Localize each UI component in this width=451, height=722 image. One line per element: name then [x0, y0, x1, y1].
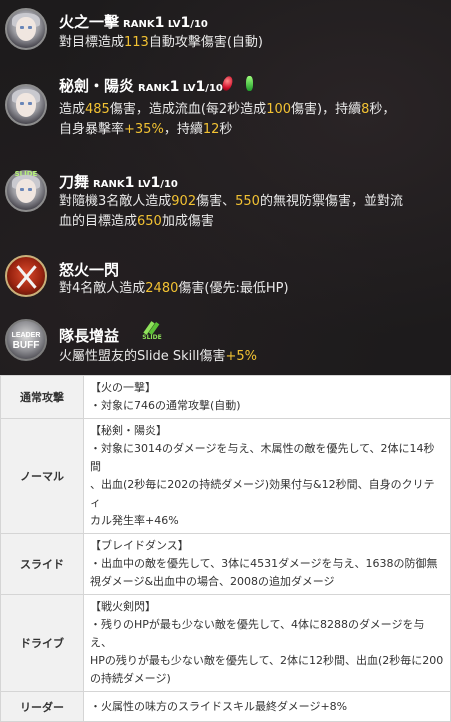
skill-panel: 火之一擊 RANK1 LV1/10 對目標造成113自動攻擊傷害(自動) 秘劍・陽… — [0, 0, 451, 375]
skill-row: 秘劍・陽炎 RANK1 LV1/10 造成485傷害，造成流血(每2秒造成100傷… — [0, 64, 451, 146]
skill-row: SLIDE 刀舞 RANK1 LV1/10 對隨機3名敵人造成902傷害、550的… — [0, 162, 451, 242]
skill-rank: RANK1 LV1/10 — [93, 175, 178, 191]
skill-title: 秘劍・陽炎 RANK1 LV1/10 — [59, 75, 223, 96]
skill-row: LEADER BUFF 隊長增益 SLIDE 火屬性盟友的Slide Skill… — [0, 315, 451, 375]
character-portrait-icon: SLIDE — [5, 170, 47, 212]
skill-row: 火之一擊 RANK1 LV1/10 對目標造成113自動攻擊傷害(自動) — [0, 0, 451, 62]
description-text: 火屬性盟友的Slide Skill傷害 — [59, 349, 226, 364]
highlight-value: 100 — [266, 102, 292, 117]
table-row: 通常攻撃 【火の一撃】 ・対象に746の通常攻撃(自動) — [0, 375, 451, 419]
skill-title: 隊長增益 — [59, 325, 119, 346]
highlight-value: 12 — [202, 122, 220, 137]
row-label: リーダー — [0, 691, 84, 722]
skill-rank: RANK1 LV1/10 — [138, 79, 223, 95]
row-content: ・火属性の味方のスライドスキル最終ダメージ+8% — [83, 691, 451, 722]
skill-description: 對隨機3名敵人造成902傷害、550的無視防禦傷害，並對流 血的目標造成650加成… — [59, 192, 403, 232]
leader-buff-icon: LEADER BUFF — [5, 319, 47, 361]
skill-description: 火屬性盟友的Slide Skill傷害+5% — [59, 347, 257, 367]
row-content: 【戦火剣閃】 ・残りのHPが最も少ない敵を優先して、4体に8288のダメージを与… — [83, 594, 451, 692]
skill-name: 火之一擊 — [59, 13, 120, 31]
description-text: 血的目標造成 — [59, 214, 138, 229]
skill-name: 隊長增益 — [59, 327, 120, 345]
highlight-value: 550 — [235, 194, 260, 209]
skill-description-line: 對4名敵人造成2480傷害(優先:最低HP) — [59, 279, 289, 299]
description-text: 對目標造成 — [59, 35, 125, 50]
skill-description: 對4名敵人造成2480傷害(優先:最低HP) — [59, 279, 289, 299]
description-text: 傷害)，持續 — [291, 102, 362, 117]
skill-description-line: 自身暴擊率+35%，持續12秒 — [59, 120, 395, 140]
table-row: スライド 【ブレイドダンス】 ・出血中の敵を優先して、3体に4531ダメージを与… — [0, 533, 451, 595]
table-row: リーダー ・火属性の味方のスライドスキル最終ダメージ+8% — [0, 691, 451, 722]
row-content: 【ブレイドダンス】 ・出血中の敵を優先して、3体に4531ダメージを与え、163… — [83, 533, 451, 595]
table-row: ドライブ 【戦火剣閃】 ・残りのHPが最も少ない敵を優先して、4体に8288のダ… — [0, 594, 451, 692]
skill-title: 怒火一閃 — [59, 259, 119, 280]
description-text: 對4名敵人造成 — [59, 281, 146, 296]
skill-description: 對目標造成113自動攻擊傷害(自動) — [59, 33, 263, 53]
row-content: 【火の一撃】 ・対象に746の通常攻撃(自動) — [83, 375, 451, 419]
highlight-value: 113 — [124, 35, 149, 50]
skill-name: 刀舞 — [59, 173, 90, 191]
skill-description-line: 造成485傷害，造成流血(每2秒造成100傷害)，持續8秒， — [59, 100, 395, 120]
skill-rank: RANK1 LV1/10 — [123, 15, 208, 31]
description-text: 傷害，造成流血(每2秒造成 — [109, 102, 267, 117]
highlight-value: 2480 — [145, 281, 179, 296]
slide-badge-icon: SLIDE — [141, 321, 163, 343]
description-text: 自動攻擊傷害(自動) — [148, 35, 263, 50]
description-text: 造成 — [59, 102, 86, 117]
crossed-swords-icon — [5, 255, 47, 297]
character-portrait-icon — [5, 8, 47, 50]
row-label: ドライブ — [0, 594, 84, 692]
row-label: スライド — [0, 533, 84, 595]
table-row: ノーマル 【秘剣・陽炎】 ・対象に3014のダメージを与え、木属性の敵を優先して… — [0, 418, 451, 534]
character-portrait-icon — [5, 84, 47, 126]
description-text: 傷害、 — [196, 194, 236, 209]
skill-description-line: 對隨機3名敵人造成902傷害、550的無視防禦傷害，並對流 — [59, 192, 403, 212]
row-content: 【秘剣・陽炎】 ・対象に3014のダメージを与え、木属性の敵を優先して、2体に1… — [83, 418, 451, 534]
highlight-value: 902 — [171, 194, 197, 209]
description-text: ，持續 — [163, 122, 203, 137]
row-label: ノーマル — [0, 418, 84, 534]
skill-row: 怒火一閃 對4名敵人造成2480傷害(優先:最低HP) — [0, 252, 451, 308]
highlight-value: +5% — [225, 349, 258, 364]
skill-title: 刀舞 RANK1 LV1/10 — [59, 171, 178, 192]
highlight-value: 485 — [85, 102, 110, 117]
skill-title: 火之一擊 RANK1 LV1/10 — [59, 11, 208, 32]
skill-description-line: 火屬性盟友的Slide Skill傷害+5% — [59, 347, 257, 367]
description-text: 的無視防禦傷害，並對流 — [259, 194, 403, 209]
highlight-value: 650 — [137, 214, 162, 229]
green-gem-icon — [246, 76, 253, 91]
description-text: 加成傷害 — [161, 214, 214, 229]
skill-translation-table: 通常攻撃 【火の一撃】 ・対象に746の通常攻撃(自動) ノーマル 【秘剣・陽炎… — [0, 375, 451, 722]
description-text: 秒， — [369, 102, 396, 117]
highlight-value: +35% — [124, 122, 164, 137]
description-text: 傷害(優先:最低HP) — [178, 281, 289, 296]
skill-name: 秘劍・陽炎 — [59, 77, 135, 95]
description-text: 自身暴擊率 — [59, 122, 125, 137]
skill-name: 怒火一閃 — [59, 261, 120, 279]
skill-description: 造成485傷害，造成流血(每2秒造成100傷害)，持續8秒， 自身暴擊率+35%，… — [59, 100, 395, 140]
description-text: 對隨機3名敵人造成 — [59, 194, 172, 209]
skill-description-line: 血的目標造成650加成傷害 — [59, 212, 403, 232]
description-text: 秒 — [219, 122, 233, 137]
row-label: 通常攻撃 — [0, 375, 84, 419]
skill-description-line: 對目標造成113自動攻擊傷害(自動) — [59, 33, 263, 53]
